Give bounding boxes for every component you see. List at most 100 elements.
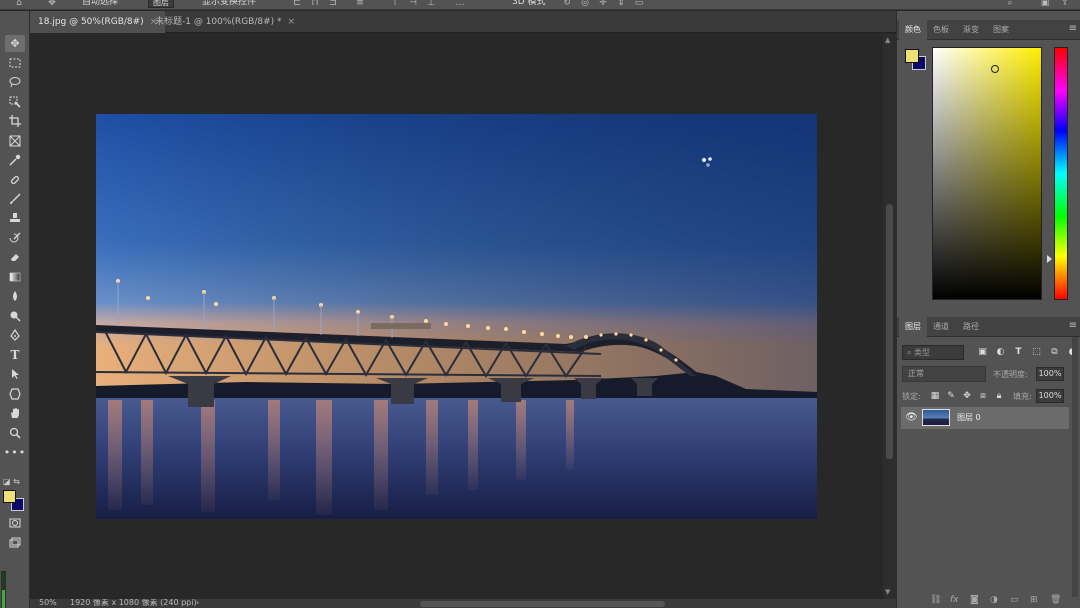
canvas-area[interactable] [30, 34, 883, 599]
panel-menu-icon[interactable]: ≡ [1069, 320, 1077, 331]
shape-tool-icon[interactable] [5, 385, 25, 402]
panel-menu-icon[interactable]: ≡ [1069, 23, 1077, 34]
close-icon[interactable]: × [288, 17, 296, 27]
history-brush-tool-icon[interactable] [5, 229, 25, 246]
scroll-up-icon[interactable]: ▲ [885, 36, 890, 44]
gradient-tool-icon[interactable] [5, 268, 25, 285]
path-select-tool-icon[interactable] [5, 365, 25, 382]
adjustment-layer-icon[interactable]: ◑ [990, 595, 998, 605]
add-mask-icon[interactable]: ◙ [970, 595, 979, 605]
tab-paths[interactable]: 路径 [957, 317, 985, 337]
type-tool-icon[interactable]: T [5, 346, 25, 363]
healing-brush-tool-icon[interactable] [5, 171, 25, 188]
quick-mask-icon[interactable] [5, 514, 25, 531]
fill-field[interactable]: 100% [1036, 389, 1064, 403]
workspace-icon[interactable]: ▣ [1040, 0, 1050, 8]
default-swap-colors-icon[interactable]: ◪ ⇆ [3, 477, 20, 486]
dodge-tool-icon[interactable] [5, 307, 25, 324]
align-center-icon[interactable]: ⊓ [310, 0, 320, 8]
zoom-tool-icon[interactable] [5, 424, 25, 441]
move-tool-icon[interactable]: ✥ [5, 35, 25, 52]
tab-patterns[interactable]: 图案 [987, 20, 1015, 40]
marquee-tool-icon[interactable] [5, 54, 25, 71]
crop-tool-icon[interactable] [5, 112, 25, 129]
align-right-icon[interactable]: ⊐ [328, 0, 338, 8]
foreground-color-chip[interactable] [905, 49, 919, 63]
search-icon[interactable]: ⌕ [1005, 0, 1015, 8]
lock-all-icon[interactable]: 🔒︎ [994, 391, 1004, 401]
fill-label: 填充: [1013, 392, 1032, 401]
screen-mode-icon[interactable] [5, 534, 25, 551]
tab-color[interactable]: 颜色 [899, 20, 927, 40]
tab-18-jpg[interactable]: 18.jpg @ 50%(RGB/8#) × [30, 11, 166, 33]
scroll-down-icon[interactable]: ▼ [885, 588, 890, 596]
layer-filter-search[interactable]: ⌕ 类型 [902, 345, 964, 360]
more-tools-icon[interactable]: ••• [4, 444, 25, 461]
foreground-color-swatch[interactable] [3, 490, 16, 503]
distribute-icon[interactable]: ≡ [355, 0, 365, 8]
3d-rotate-icon[interactable]: ↻ [562, 0, 572, 8]
hue-slider-handle[interactable] [1047, 255, 1052, 263]
share-icon[interactable]: ⇪ [1060, 0, 1070, 8]
tab-gradients[interactable]: 渐变 [957, 20, 985, 40]
auto-select-checkbox-label[interactable]: 自动选择 [82, 0, 118, 8]
horizontal-scroll-thumb[interactable] [420, 601, 665, 607]
more-align-icon[interactable]: … [455, 0, 465, 8]
3d-slide-icon[interactable]: ⇕ [616, 0, 626, 8]
opacity-field[interactable]: 100% [1036, 367, 1064, 381]
tab-channels[interactable]: 通道 [927, 317, 955, 337]
lock-position-icon[interactable]: ✥ [962, 391, 972, 401]
new-group-icon[interactable]: ▭ [1010, 595, 1019, 605]
hand-tool-icon[interactable] [5, 404, 25, 421]
blur-tool-icon[interactable] [5, 287, 25, 304]
picker-cursor[interactable] [991, 65, 999, 73]
layers-scrollbar[interactable] [1072, 337, 1078, 597]
home-icon[interactable]: ⌂ [14, 0, 24, 8]
filter-smart-object-icon[interactable]: ⧉ [1049, 347, 1060, 358]
vertical-scrollbar[interactable]: ▲ ▼ [883, 34, 896, 599]
filter-type-icon[interactable]: T [1013, 347, 1024, 358]
align-top-icon[interactable]: ⊤ [390, 0, 400, 8]
3d-scale-icon[interactable]: ▭ [634, 0, 644, 8]
frame-tool-icon[interactable] [5, 132, 25, 149]
filter-shape-icon[interactable]: ⬚ [1031, 347, 1042, 358]
brush-tool-icon[interactable] [5, 190, 25, 207]
saturation-brightness-field[interactable] [932, 47, 1042, 300]
hue-slider[interactable] [1054, 47, 1068, 300]
quick-select-tool-icon[interactable] [5, 93, 25, 110]
layer-name[interactable]: 图层 0 [957, 407, 981, 429]
eyedropper-tool-icon[interactable] [5, 151, 25, 168]
document-image-bridge-at-dusk[interactable] [96, 114, 817, 519]
scroll-thumb[interactable] [886, 204, 893, 459]
lock-image-icon[interactable]: ✎ [946, 391, 956, 401]
filter-pixel-icon[interactable]: ▣ [977, 347, 988, 358]
lasso-tool-icon[interactable] [5, 73, 25, 90]
tab-swatches[interactable]: 色板 [927, 20, 955, 40]
tab-layers[interactable]: 图层 [899, 317, 927, 337]
eraser-tool-icon[interactable] [5, 248, 25, 265]
visibility-eye-icon[interactable]: 👁︎ [905, 412, 918, 423]
3d-roll-icon[interactable]: ◎ [580, 0, 590, 8]
align-middle-icon[interactable]: ⊣ [408, 0, 418, 8]
align-bottom-icon[interactable]: ⊥ [426, 0, 436, 8]
clone-stamp-tool-icon[interactable] [5, 209, 25, 226]
new-layer-icon[interactable]: ⊞ [1030, 595, 1038, 605]
show-transform-checkbox-label[interactable]: 显示变换控件 [202, 0, 256, 8]
layer-row[interactable]: 👁︎ 图层 0 [901, 407, 1069, 429]
pen-tool-icon[interactable] [5, 326, 25, 343]
delete-layer-icon[interactable]: 🗑︎ [1050, 595, 1061, 605]
link-layers-icon[interactable]: ⛓ [930, 595, 941, 605]
align-left-icon[interactable]: ⊏ [292, 0, 302, 8]
tab-untitled-1[interactable]: 未标题-1 @ 100%(RGB/8#) * × [147, 11, 303, 33]
zoom-level[interactable]: 50% [39, 599, 57, 608]
layer-style-icon[interactable]: fx [950, 595, 959, 605]
lock-artboard-icon[interactable]: ⧈ [978, 391, 988, 401]
auto-select-target-dropdown[interactable]: 图层 [148, 0, 174, 8]
status-menu-arrow[interactable]: › [196, 599, 199, 608]
lock-transparent-icon[interactable]: ▦ [930, 391, 940, 401]
3d-pan-icon[interactable]: ✛ [598, 0, 608, 8]
layer-filter-type: 类型 [914, 348, 931, 357]
filter-adjustment-icon[interactable]: ◐ [995, 347, 1006, 358]
move-options-icon[interactable]: ✥ [47, 0, 57, 8]
blend-mode-dropdown[interactable]: 正常 [902, 366, 986, 382]
